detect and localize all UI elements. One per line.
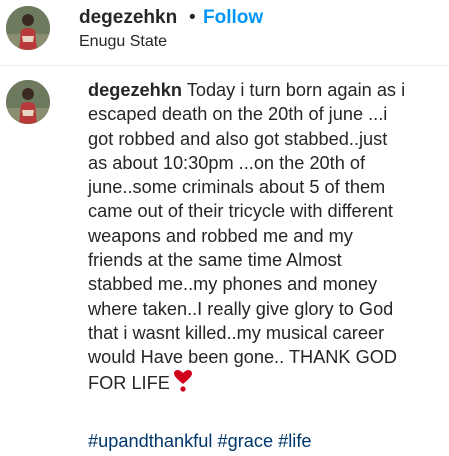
heart-exclamation-icon xyxy=(173,369,192,398)
caption-line: that i wasnt killed..my musical career xyxy=(88,322,385,343)
caption-line: friends at the same time Almost xyxy=(88,250,342,271)
caption-line: june..some criminals about 5 of them xyxy=(88,177,386,198)
caption-line: weapons and robbed me and my xyxy=(88,225,353,246)
hashtag-row: #upandthankful #grace #life xyxy=(88,429,312,453)
caption-author-avatar[interactable] xyxy=(6,80,50,124)
hashtag-link[interactable]: #upandthankful xyxy=(88,431,212,451)
caption-line: escaped death on the 20th of june ...i xyxy=(88,104,388,125)
avatar-photo-icon xyxy=(6,80,50,124)
caption-line: would Have been gone.. THANK GOD xyxy=(88,347,398,368)
follow-button[interactable]: Follow xyxy=(203,6,263,30)
caption-line: where taken..I really give glory to God xyxy=(88,298,394,319)
header-separator-dot: • xyxy=(189,7,196,28)
hashtag-link[interactable]: #grace xyxy=(217,431,273,451)
post-author-username[interactable]: degezehkn xyxy=(79,6,177,30)
caption-line: came out of their tricycle with differen… xyxy=(88,201,393,222)
hashtag-link[interactable]: #life xyxy=(278,431,311,451)
caption-text: Today i turn born again as i xyxy=(186,80,406,100)
caption-line: degezehkn Today i turn born again as i xyxy=(88,78,443,102)
avatar-photo-icon xyxy=(6,6,50,50)
caption-text: FOR LIFE xyxy=(88,372,170,393)
caption-line: got robbed and also got stabbed..just xyxy=(88,128,388,149)
caption-line-last: FOR LIFE xyxy=(88,369,443,398)
caption-username[interactable]: degezehkn xyxy=(88,80,182,100)
post-header: degezehkn • Follow Enugu State xyxy=(0,0,449,66)
post-caption: degezehkn Today i turn born again as i e… xyxy=(88,78,443,398)
post-location[interactable]: Enugu State xyxy=(79,31,167,53)
caption-line: stabbed me..my phones and money xyxy=(88,274,378,295)
profile-avatar[interactable] xyxy=(6,6,50,50)
caption-line: as about 10:30pm ...on the 20th of xyxy=(88,152,366,173)
